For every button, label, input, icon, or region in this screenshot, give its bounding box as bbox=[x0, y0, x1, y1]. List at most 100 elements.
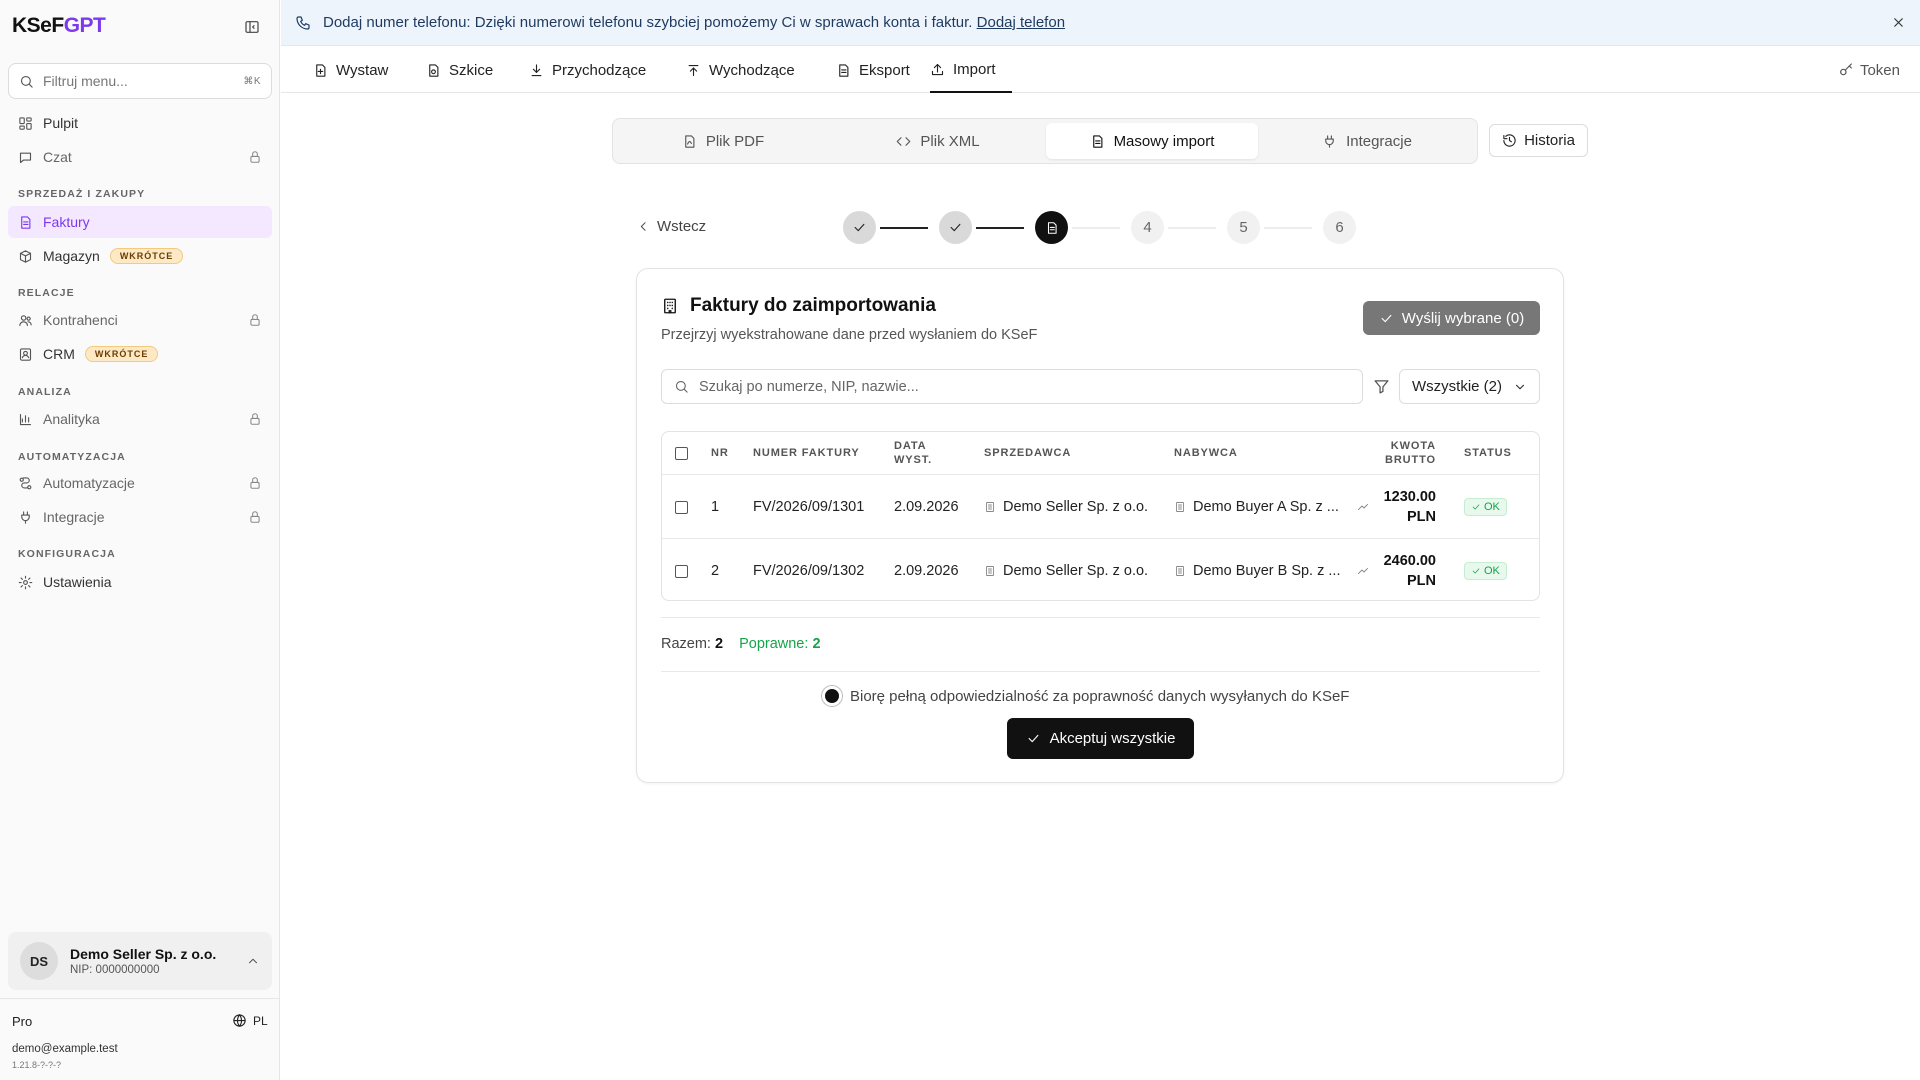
user-email: demo@example.test bbox=[12, 1043, 118, 1055]
responsibility-confirmation[interactable]: Biorę pełną odpowiedzialność za poprawno… bbox=[822, 686, 1349, 706]
tab-wystaw[interactable]: Wystaw bbox=[313, 47, 388, 93]
tab-integrations[interactable]: Integracje bbox=[1261, 123, 1473, 159]
workflow-icon bbox=[18, 476, 33, 491]
lock-icon bbox=[248, 150, 262, 164]
sidebar-item-crm[interactable]: CRM WKRÓTCE bbox=[8, 338, 272, 370]
tab-przychodzace[interactable]: Przychodzące bbox=[529, 47, 646, 93]
status-badge: OK bbox=[1464, 498, 1507, 516]
token-button[interactable]: Token bbox=[1838, 47, 1900, 93]
row-seller: Demo Seller Sp. z o.o. bbox=[984, 475, 1148, 539]
app-logo[interactable]: KSeFGPT bbox=[12, 14, 106, 38]
sidebar-item-integracje[interactable]: Integracje bbox=[8, 501, 272, 533]
account-switcher[interactable]: DS Demo Seller Sp. z o.o. NIP: 000000000… bbox=[8, 932, 272, 990]
row-checkbox[interactable] bbox=[675, 564, 688, 578]
check-icon bbox=[1471, 566, 1481, 576]
upload-icon bbox=[930, 62, 945, 77]
top-navigation: Wystaw Szkice Przychodzące Wychodzące Ek… bbox=[281, 47, 1920, 93]
column-status: STATUS bbox=[1464, 447, 1512, 459]
invoice-icon bbox=[18, 215, 33, 230]
lock-icon bbox=[248, 412, 262, 426]
import-source-tabs: Plik PDF Plik XML Masowy import Integrac… bbox=[612, 118, 1478, 164]
step-connector bbox=[1264, 227, 1312, 229]
tab-eksport[interactable]: Eksport bbox=[836, 47, 910, 93]
file-text-icon bbox=[1045, 221, 1059, 235]
section-relations: RELACJE bbox=[18, 287, 75, 299]
file-pdf-icon bbox=[682, 134, 697, 149]
divider bbox=[661, 617, 1540, 618]
confirm-radio[interactable] bbox=[822, 686, 842, 706]
invoice-search[interactable] bbox=[661, 369, 1363, 404]
step-connector bbox=[1168, 227, 1216, 229]
section-sales: SPRZEDAŻ I ZAKUPY bbox=[18, 188, 146, 200]
tab-import[interactable]: Import bbox=[930, 47, 1012, 93]
contact-card-icon bbox=[18, 347, 33, 362]
language-switcher[interactable]: PL bbox=[232, 1013, 268, 1028]
add-phone-link[interactable]: Dodaj telefon bbox=[977, 14, 1065, 31]
column-amount: KWOTA BRUTTO bbox=[1384, 440, 1436, 466]
draft-icon bbox=[426, 63, 441, 78]
account-name: Demo Seller Sp. z o.o. bbox=[70, 946, 217, 962]
sidebar-toggle-icon[interactable] bbox=[244, 19, 260, 35]
filter-icon[interactable] bbox=[1373, 378, 1390, 395]
sidebar-item-automatyzacje[interactable]: Automatyzacje bbox=[8, 467, 272, 499]
column-date: DATA WYST. bbox=[894, 440, 933, 466]
status-filter-select[interactable]: Wszystkie (2) bbox=[1399, 369, 1540, 404]
sidebar-item-ustawienia[interactable]: Ustawienia bbox=[8, 566, 272, 598]
column-nr: NR bbox=[711, 447, 729, 459]
account-nip: NIP: 0000000000 bbox=[70, 964, 160, 976]
lock-icon bbox=[248, 476, 262, 490]
building-icon bbox=[984, 501, 996, 513]
building-icon bbox=[661, 297, 679, 315]
sidebar-item-analityka[interactable]: Analityka bbox=[8, 403, 272, 435]
lock-icon bbox=[248, 510, 262, 524]
row-date: 2.09.2026 bbox=[894, 499, 959, 515]
back-button[interactable]: Wstecz bbox=[637, 218, 706, 235]
chevron-left-icon bbox=[637, 220, 650, 233]
divider bbox=[0, 998, 280, 999]
app-version: 1.21.8-?-?-? bbox=[12, 1060, 62, 1070]
select-all-checkbox-cell bbox=[675, 432, 688, 474]
step-connector bbox=[880, 227, 928, 229]
sidebar-item-czat[interactable]: Czat bbox=[8, 141, 272, 173]
tab-szkice[interactable]: Szkice bbox=[426, 47, 493, 93]
dashboard-icon bbox=[18, 116, 33, 131]
row-invoice-number: FV/2026/09/1301 bbox=[753, 499, 865, 515]
sidebar-item-kontrahenci[interactable]: Kontrahenci bbox=[8, 304, 272, 336]
tab-wychodzace[interactable]: Wychodzące bbox=[686, 47, 795, 93]
column-seller: SPRZEDAWCA bbox=[984, 447, 1072, 459]
upload-icon bbox=[686, 63, 701, 78]
section-automation: AUTOMATYZACJA bbox=[18, 451, 126, 463]
row-buyer: Demo Buyer B Sp. z ... bbox=[1174, 539, 1340, 603]
chat-icon bbox=[18, 150, 33, 165]
row-nr: 1 bbox=[711, 499, 720, 515]
invoice-search-input[interactable] bbox=[699, 378, 1350, 395]
coming-soon-badge: WKRÓTCE bbox=[84, 346, 159, 362]
sidebar-item-pulpit[interactable]: Pulpit bbox=[8, 107, 272, 139]
package-icon bbox=[18, 249, 33, 264]
row-seller: Demo Seller Sp. z o.o. bbox=[984, 539, 1148, 603]
file-text-icon bbox=[1090, 134, 1105, 149]
users-icon bbox=[18, 313, 33, 328]
column-buyer: NABYWCA bbox=[1174, 447, 1238, 459]
step-6: 6 bbox=[1323, 211, 1356, 244]
accept-all-button[interactable]: Akceptuj wszystkie bbox=[1007, 718, 1194, 759]
step-connector bbox=[976, 227, 1024, 229]
row-checkbox[interactable] bbox=[675, 500, 688, 514]
key-icon bbox=[1838, 62, 1854, 78]
close-icon[interactable] bbox=[1891, 15, 1906, 30]
check-icon bbox=[852, 220, 867, 235]
sidebar-item-faktury[interactable]: Faktury bbox=[8, 206, 272, 238]
tab-mass-import[interactable]: Masowy import bbox=[1046, 123, 1258, 159]
invoices-table: NR NUMER FAKTURY DATA WYST. SPRZEDAWCA NA… bbox=[661, 431, 1540, 601]
table-row[interactable]: 2 FV/2026/09/1302 2.09.2026 Demo Seller … bbox=[662, 539, 1539, 603]
tab-pdf-file[interactable]: Plik PDF bbox=[617, 123, 829, 159]
building-icon bbox=[984, 565, 996, 577]
sidebar-item-magazyn[interactable]: Magazyn WKRÓTCE bbox=[8, 240, 272, 272]
send-selected-button[interactable]: Wyślij wybrane (0) bbox=[1363, 301, 1540, 335]
menu-filter-input[interactable] bbox=[43, 73, 235, 89]
menu-filter[interactable]: ⌘K bbox=[8, 63, 272, 99]
tab-xml-file[interactable]: Plik XML bbox=[832, 123, 1044, 159]
history-button[interactable]: Historia bbox=[1489, 124, 1588, 157]
select-all-checkbox[interactable] bbox=[675, 446, 688, 460]
table-row[interactable]: 1 FV/2026/09/1301 2.09.2026 Demo Seller … bbox=[662, 475, 1539, 539]
